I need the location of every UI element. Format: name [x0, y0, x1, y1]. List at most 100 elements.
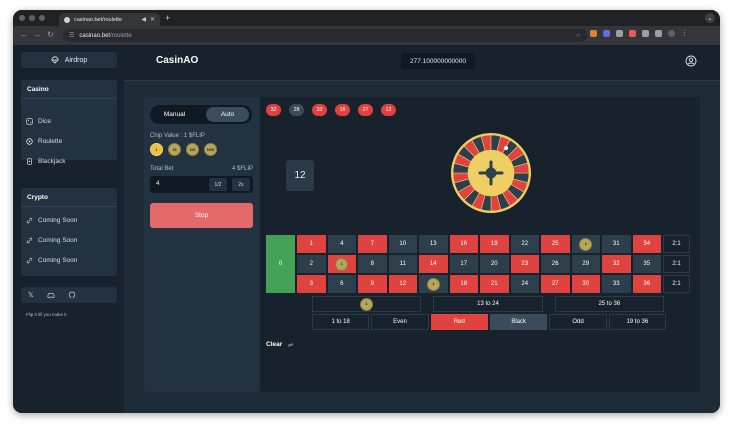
bet-cell-24[interactable]: 24 — [510, 275, 539, 293]
column-bet-3[interactable]: 2:1 — [663, 275, 690, 293]
sidebar-item-coming-soon-3[interactable]: Coming Soon — [26, 257, 77, 264]
sidebar-item-blackjack[interactable]: Blackjack — [26, 158, 65, 165]
bet-cell-30[interactable]: 30 — [571, 275, 600, 293]
bet-cell-23[interactable]: 23 — [510, 255, 539, 273]
mode-toggle: Manual Auto — [150, 105, 252, 124]
window-menu-icon[interactable]: ⌄ — [705, 13, 715, 23]
tab-audio-icon[interactable]: ◀ — [141, 16, 146, 23]
bet-cell-12[interactable]: 12 — [388, 275, 417, 293]
bet-cell-7[interactable]: 7 — [358, 235, 387, 253]
half-bet-button[interactable]: 1/2 — [209, 178, 227, 191]
bet-cell-19[interactable]: 19 — [480, 235, 509, 253]
tab-close-icon[interactable]: ✕ — [150, 16, 155, 23]
outside-bet-red[interactable]: Red — [430, 314, 488, 330]
column-bet-2[interactable]: 2:1 — [663, 255, 690, 273]
outside-bet-19-to-36[interactable]: 19 to 36 — [608, 314, 666, 330]
mode-manual-tab[interactable]: Manual — [153, 107, 196, 122]
chip-1000[interactable]: 1000 — [204, 143, 217, 156]
bet-cell-26[interactable]: 26 — [541, 255, 570, 273]
outside-bet-1-to-18[interactable]: 1 to 18 — [312, 314, 370, 330]
chip-1[interactable]: 1 — [150, 143, 163, 156]
bet-amount-input[interactable]: 4 1/2 2x — [150, 176, 253, 193]
sidebar-item-roulette[interactable]: Roulette — [26, 138, 62, 145]
bet-cell-36[interactable]: 36 — [632, 275, 661, 293]
casino-section-title: Casino — [27, 86, 49, 93]
bet-cell-33[interactable]: 33 — [602, 275, 631, 293]
roulette-ball — [504, 146, 508, 150]
placed-chip-0[interactable]: 1 — [579, 237, 593, 251]
bet-cell-14[interactable]: 14 — [419, 255, 448, 273]
minimize-window-dot[interactable] — [29, 15, 35, 21]
bet-cell-31[interactable]: 31 — [602, 235, 631, 253]
result-history: 32 28 32 16 27 12 — [266, 104, 396, 116]
bet-cell-1[interactable]: 1 — [297, 235, 326, 253]
bet-cell-0[interactable]: 0 — [266, 235, 295, 293]
extension-shield-icon[interactable] — [603, 30, 610, 37]
extension-red-icon[interactable] — [629, 30, 636, 37]
balance-display[interactable]: 277.100000000000 — [401, 53, 475, 69]
sidebar-item-coming-soon-1[interactable]: Coming Soon — [26, 217, 77, 224]
close-window-dot[interactable] — [19, 15, 25, 21]
extension-window-icon[interactable] — [655, 30, 662, 37]
extension-puzzle-icon[interactable] — [616, 30, 623, 37]
bet-cell-2[interactable]: 2 — [297, 255, 326, 273]
outside-bet-black[interactable]: Black — [490, 314, 548, 330]
placed-chip-3[interactable]: 1 — [360, 297, 374, 311]
bet-cell-25[interactable]: 25 — [541, 235, 570, 253]
bet-cell-18[interactable]: 18 — [449, 275, 478, 293]
reload-icon[interactable]: ↻ — [47, 30, 54, 40]
github-icon[interactable] — [68, 291, 76, 299]
airdrop-button[interactable]: Airdrop — [21, 52, 117, 68]
placed-chip-2[interactable]: 1 — [426, 277, 440, 291]
browser-menu-icon[interactable]: ⋮ — [681, 30, 688, 37]
bet-cell-22[interactable]: 22 — [510, 235, 539, 253]
double-bet-button[interactable]: 2x — [232, 178, 250, 191]
chip-100[interactable]: 100 — [186, 143, 199, 156]
bet-cell-6[interactable]: 6 — [327, 275, 356, 293]
user-profile-icon[interactable] — [685, 55, 697, 67]
chip-10[interactable]: 10 — [168, 143, 181, 156]
placed-chip-1[interactable]: 1 — [335, 257, 349, 271]
bet-cell-20[interactable]: 20 — [480, 255, 509, 273]
bet-cell-16[interactable]: 16 — [449, 235, 478, 253]
brand-title[interactable]: CasinAO — [156, 55, 198, 66]
bet-cell-10[interactable]: 10 — [388, 235, 417, 253]
profile-avatar-icon[interactable] — [668, 30, 675, 37]
sidebar-item-dice[interactable]: Dice — [26, 118, 51, 125]
back-icon[interactable]: ← — [20, 30, 28, 40]
browser-tab[interactable]: casinao.bet/roulette ◀ ✕ — [59, 13, 160, 26]
bet-cell-21[interactable]: 21 — [480, 275, 509, 293]
outside-bet-even[interactable]: Even — [371, 314, 429, 330]
stop-button[interactable]: Stop — [150, 203, 253, 228]
sidebar-item-coming-soon-2[interactable]: Coming Soon — [26, 237, 77, 244]
bet-cell-35[interactable]: 35 — [632, 255, 661, 273]
bookmark-star-icon[interactable]: ☆ — [576, 32, 581, 39]
bet-cell-4[interactable]: 4 — [327, 235, 356, 253]
outside-bet-odd[interactable]: Odd — [549, 314, 607, 330]
extension-book-icon[interactable] — [642, 30, 649, 37]
bet-cell-13[interactable]: 13 — [419, 235, 448, 253]
x-icon[interactable]: 𝕏 — [28, 291, 34, 299]
column-bet-1[interactable]: 2:1 — [663, 235, 690, 253]
bet-cell-8[interactable]: 8 — [358, 255, 387, 273]
bet-cell-32[interactable]: 32 — [602, 255, 631, 273]
bet-cell-34[interactable]: 34 — [632, 235, 661, 253]
forward-icon[interactable]: → — [33, 30, 41, 40]
url-omnibox[interactable]: ☰ casinao.bet/roulette ☆ — [63, 29, 587, 42]
bet-cell-27[interactable]: 27 — [541, 275, 570, 293]
bet-cell-11[interactable]: 11 — [388, 255, 417, 273]
clear-bets-button[interactable]: Clear — [266, 341, 294, 348]
zoom-window-dot[interactable] — [39, 15, 45, 21]
chip-selector: 1 10 100 1000 — [150, 143, 217, 156]
dozen-bet-2[interactable]: 13 to 24 — [433, 296, 543, 312]
discord-icon[interactable] — [47, 292, 55, 299]
bet-cell-3[interactable]: 3 — [297, 275, 326, 293]
bet-cell-29[interactable]: 29 — [571, 255, 600, 273]
bet-cell-17[interactable]: 17 — [449, 255, 478, 273]
dozen-bet-3[interactable]: 25 to 36 — [554, 296, 664, 312]
extension-fox-icon[interactable] — [590, 30, 597, 37]
mode-auto-tab[interactable]: Auto — [206, 107, 249, 122]
site-info-icon[interactable]: ☰ — [69, 32, 74, 39]
new-tab-button[interactable]: + — [165, 13, 170, 23]
bet-cell-9[interactable]: 9 — [358, 275, 387, 293]
